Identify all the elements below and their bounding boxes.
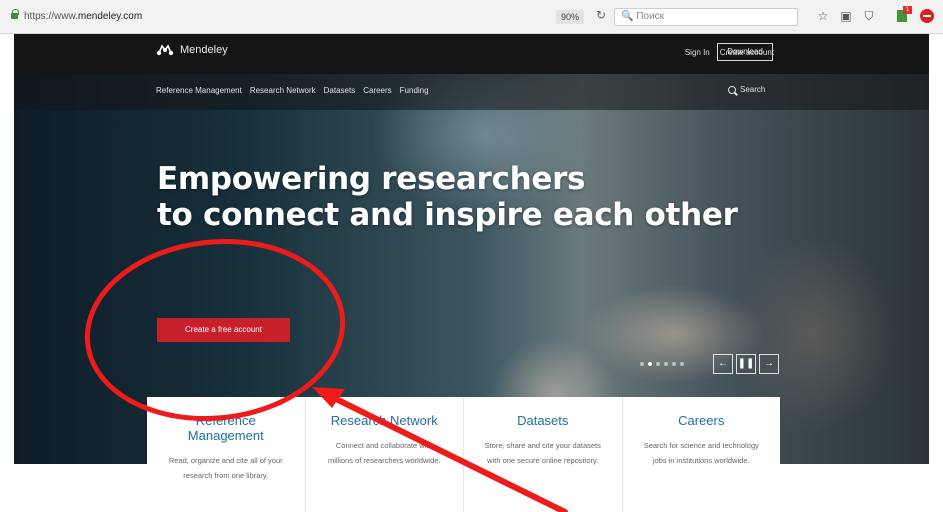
search-icon	[728, 85, 736, 94]
browser-toolbar: https://www.mendeley.com 90% ↻ 🔍 Поиск ☆…	[0, 0, 943, 34]
card-text: Connect and collaborate with millions of…	[327, 441, 441, 465]
nav-careers[interactable]: Careers	[363, 86, 391, 95]
main-nav: Reference Management Research Network Da…	[156, 86, 429, 95]
card-title[interactable]: Datasets	[474, 413, 612, 428]
create-free-account-button[interactable]: Create a free account	[157, 318, 290, 342]
slider-dot[interactable]	[648, 362, 652, 366]
bookmark-star-icon[interactable]: ☆	[816, 9, 830, 23]
card-reference-management[interactable]: Reference Management Read, organize and …	[147, 397, 306, 512]
search-placeholder: Поиск	[636, 11, 664, 22]
slider-dot[interactable]	[656, 362, 660, 366]
reload-icon[interactable]: ↻	[596, 8, 606, 22]
nav-reference-management[interactable]: Reference Management	[156, 86, 242, 95]
browser-search-input[interactable]: 🔍 Поиск	[614, 8, 798, 26]
nav-funding[interactable]: Funding	[400, 86, 429, 95]
site-header	[14, 34, 929, 74]
slider-dot[interactable]	[672, 362, 676, 366]
url-domain: mendeley.com	[77, 11, 143, 22]
sign-in-link[interactable]: Sign In	[685, 48, 710, 57]
card-title[interactable]: Reference Management	[157, 413, 295, 443]
pocket-icon[interactable]: ⛉	[862, 9, 876, 23]
site-nav-bar	[14, 74, 929, 110]
mendeley-logo[interactable]: Mendeley	[156, 44, 228, 56]
slider-dot[interactable]	[664, 362, 668, 366]
url-prefix: https://www.	[24, 11, 78, 22]
slider-dot[interactable]	[640, 362, 644, 366]
headline-line-2: to connect and inspire each other	[157, 197, 738, 233]
feature-cards: Reference Management Read, organize and …	[147, 397, 780, 512]
download-button[interactable]: Download	[717, 43, 773, 61]
slider-dots	[640, 362, 684, 366]
extension-badge: 1	[903, 6, 912, 14]
site-search[interactable]: Search	[728, 85, 765, 94]
reading-list-icon[interactable]: ▣	[839, 9, 853, 23]
lock-icon	[11, 9, 19, 19]
nav-datasets[interactable]: Datasets	[324, 86, 356, 95]
mendeley-logo-icon	[156, 44, 174, 56]
card-title[interactable]: Careers	[633, 413, 771, 428]
card-text: Search for science and technology jobs i…	[643, 441, 759, 465]
search-label: Search	[740, 85, 766, 94]
hero-headline: Empowering researchers to connect and in…	[157, 161, 738, 233]
headline-line-1: Empowering researchers	[157, 161, 586, 197]
card-text: Store, share and cite your datasets with…	[484, 441, 601, 465]
slider-pause-button[interactable]: ❚❚	[736, 354, 756, 374]
zoom-indicator[interactable]: 90%	[556, 10, 585, 24]
slider-next-button[interactable]: →	[759, 354, 779, 374]
card-research-network[interactable]: Research Network Connect and collaborate…	[306, 397, 464, 512]
slider-dot[interactable]	[680, 362, 684, 366]
nav-research-network[interactable]: Research Network	[250, 86, 316, 95]
card-title[interactable]: Research Network	[316, 413, 454, 428]
card-careers[interactable]: Careers Search for science and technolog…	[623, 397, 781, 512]
adblock-icon[interactable]	[920, 9, 934, 23]
card-text: Read, organize and cite all of your rese…	[168, 456, 283, 480]
logo-text: Mendeley	[180, 44, 228, 56]
address-bar[interactable]: https://www.mendeley.com	[24, 11, 142, 22]
slider-prev-button[interactable]: ←	[713, 354, 733, 374]
card-datasets[interactable]: Datasets Store, share and cite your data…	[464, 397, 623, 512]
